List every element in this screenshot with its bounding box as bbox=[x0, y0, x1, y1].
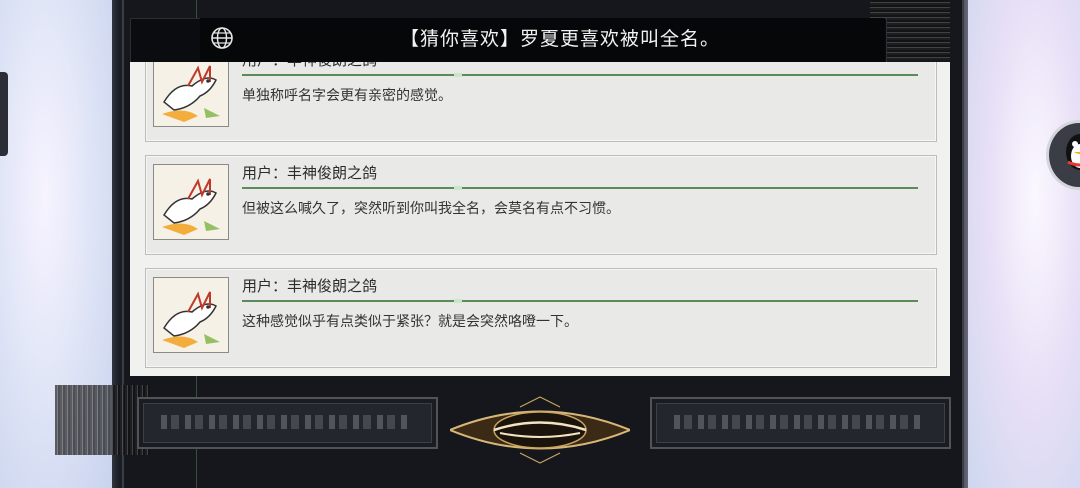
message-text: 单独称呼名字会更有亲密的感觉。 bbox=[242, 88, 452, 104]
glitched-label bbox=[674, 415, 924, 429]
message-card: 用户：丰神俊朗之鸽 但被这么喊久了，突然听到你叫我全名，会莫名有点不习惯。 bbox=[145, 155, 937, 255]
pigeon-avatar-icon bbox=[154, 165, 228, 239]
name-divider bbox=[242, 186, 918, 190]
pigeon-avatar-icon bbox=[154, 62, 228, 126]
eye-emblem-icon[interactable] bbox=[450, 395, 630, 465]
right-choice-button[interactable] bbox=[650, 397, 951, 449]
message-text: 这种感觉似乎有点类似于紧张？就是会突然咯噔一下。 bbox=[242, 314, 578, 330]
glitch-noise-left bbox=[55, 385, 150, 455]
message-card: 用户：丰神俊朗之鸽 这种感觉似乎有点类似于紧张？就是会突然咯噔一下。 bbox=[145, 268, 937, 368]
pigeon-avatar-icon bbox=[154, 278, 228, 352]
avatar[interactable] bbox=[153, 164, 229, 240]
user-name: 用户：丰神俊朗之鸽 bbox=[242, 277, 378, 295]
avatar[interactable] bbox=[153, 277, 229, 353]
right-background bbox=[968, 0, 1080, 488]
user-name: 用户：丰神俊朗之鸽 bbox=[242, 164, 378, 182]
left-edge-handle[interactable] bbox=[0, 72, 8, 156]
name-divider bbox=[242, 299, 918, 303]
name-divider bbox=[242, 73, 918, 77]
globe-icon[interactable] bbox=[210, 26, 234, 50]
penguin-icon bbox=[1066, 134, 1080, 170]
left-choice-button[interactable] bbox=[137, 397, 438, 449]
user-name: 用户：丰神俊朗之鸽 bbox=[242, 62, 377, 70]
avatar[interactable] bbox=[153, 62, 229, 127]
glitched-label bbox=[161, 415, 411, 429]
message-card: 用户：丰神俊朗之鸽 单独称呼名字会更有亲密的感觉。 bbox=[145, 62, 937, 142]
message-text: 但被这么喊久了，突然听到你叫我全名，会莫名有点不习惯。 bbox=[242, 201, 620, 217]
chat-panel[interactable]: 用户：丰神俊朗之鸽 单独称呼名字会更有亲密的感觉。 用户：丰神俊朗之鸽 但被这么… bbox=[130, 62, 950, 376]
chat-title: 【猜你喜欢】罗夏更喜欢被叫全名。 bbox=[399, 28, 720, 50]
